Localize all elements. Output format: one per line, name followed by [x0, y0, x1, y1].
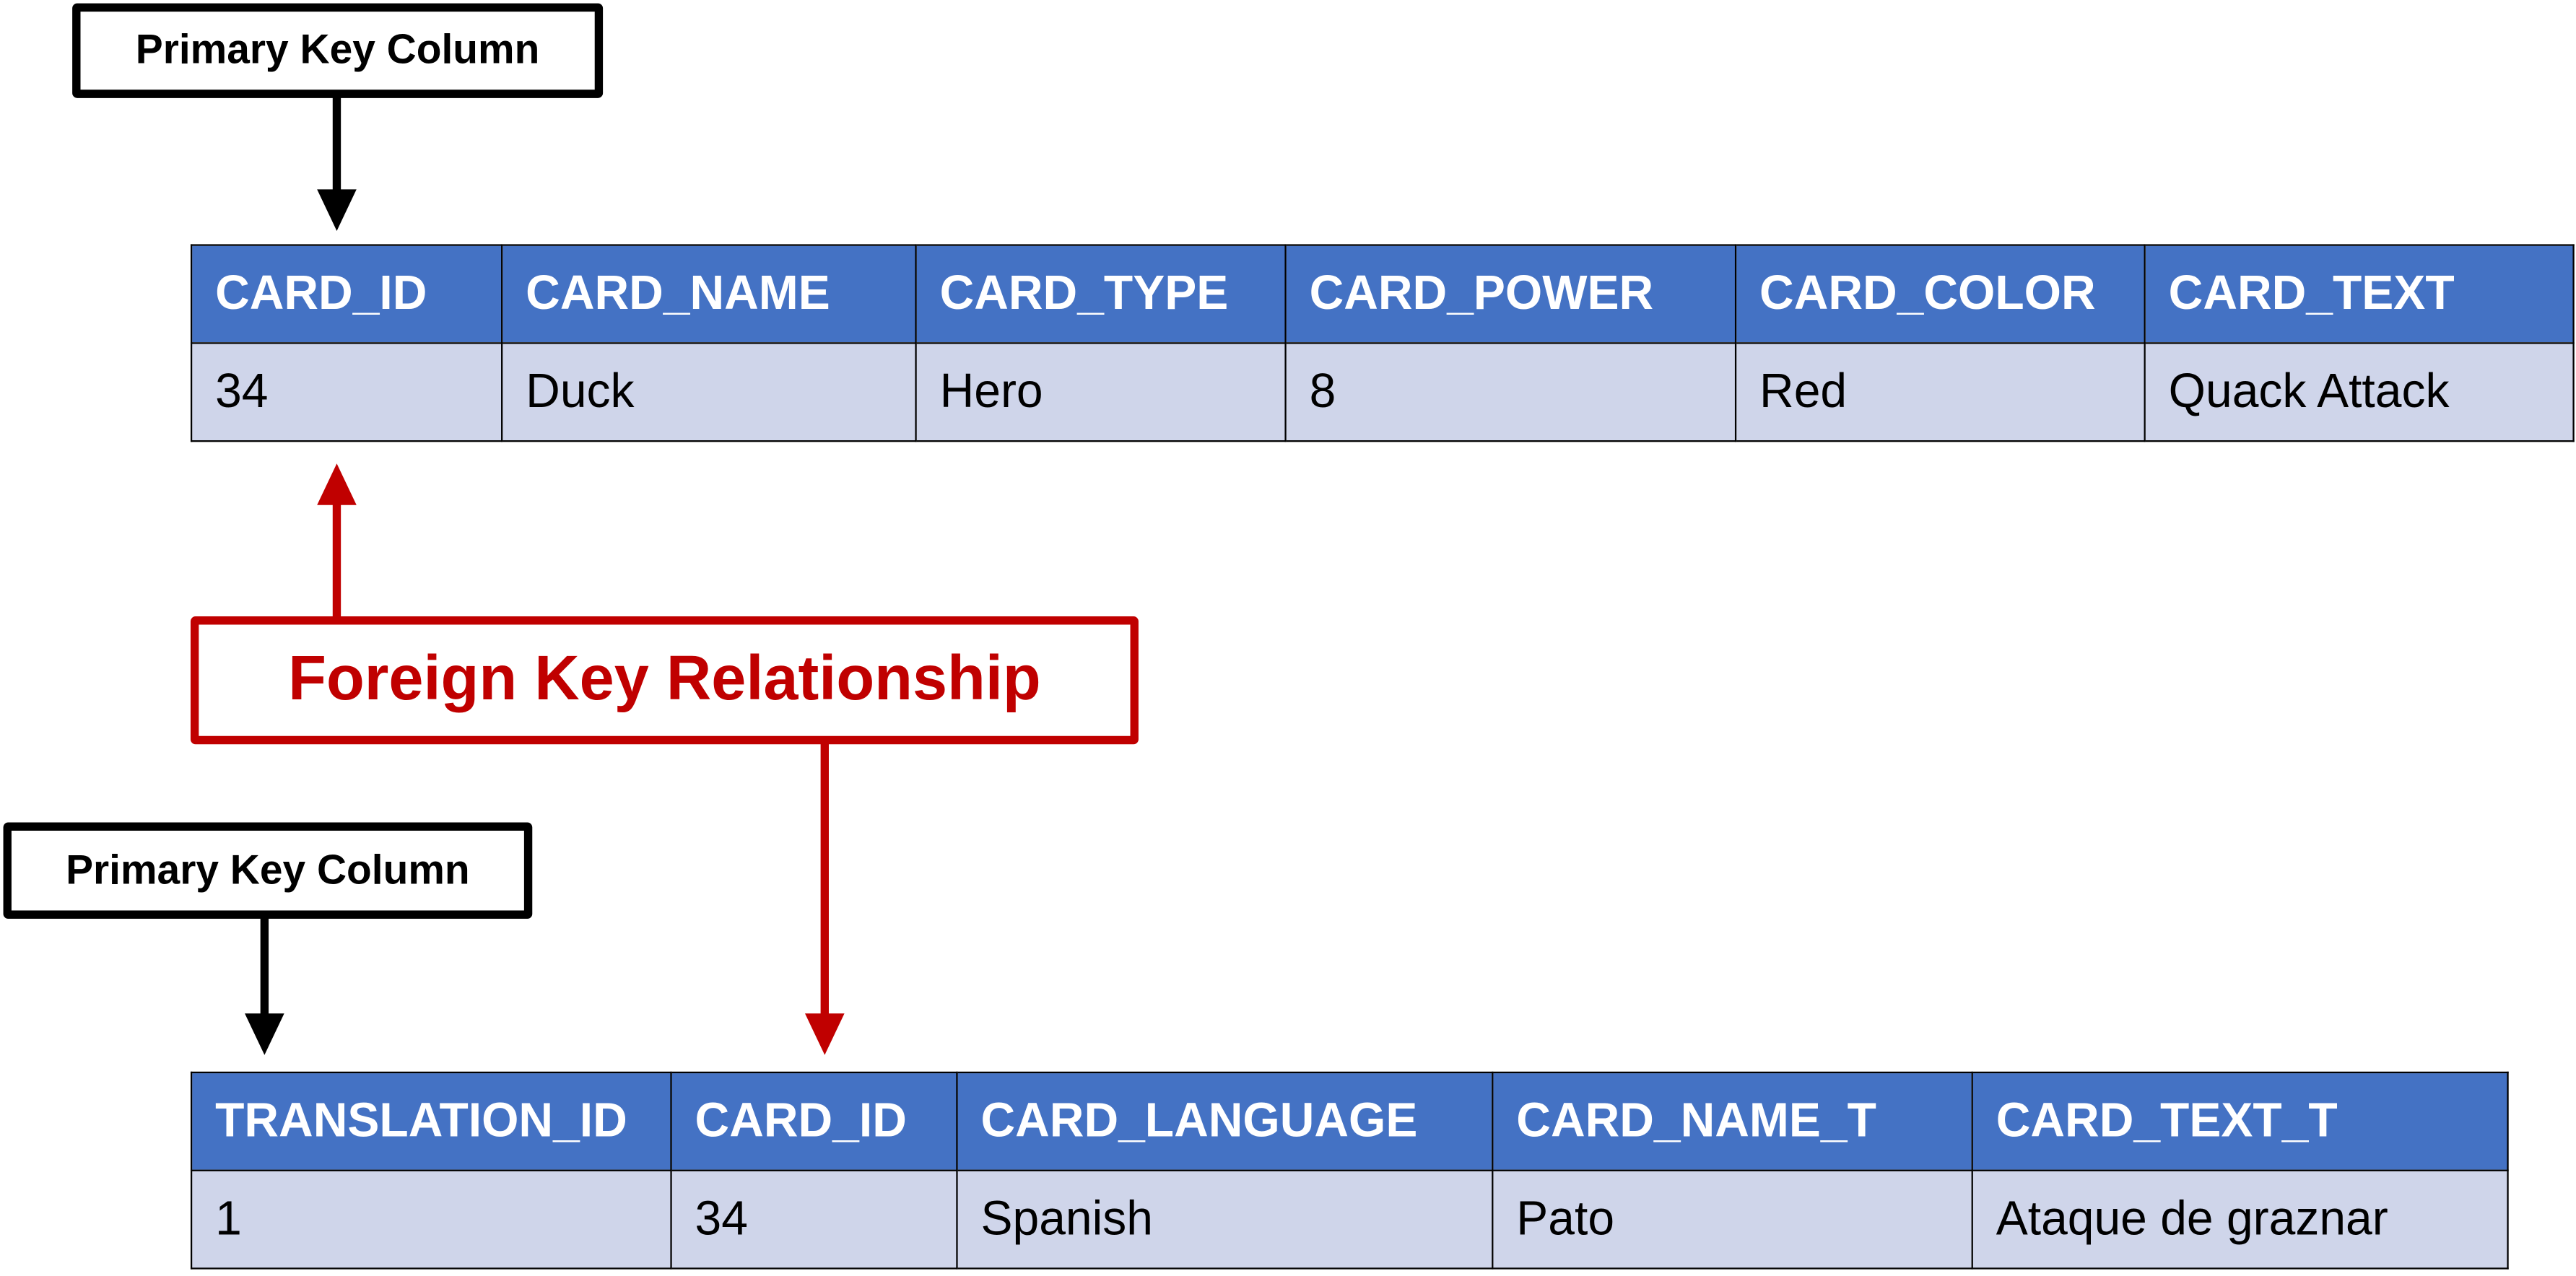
column-header: TRANSLATION_ID	[190, 1071, 672, 1171]
column-header: CARD_NAME_T	[1492, 1071, 1973, 1171]
table-cell: Ataque de graznar	[1971, 1169, 2509, 1270]
column-header: CARD_LANGUAGE	[956, 1071, 1494, 1171]
column-header: CARD_ID	[670, 1071, 958, 1171]
table-header-row: TRANSLATION_ID CARD_ID CARD_LANGUAGE CAR…	[190, 1071, 2509, 1171]
table-cell: 34	[190, 342, 503, 442]
diagram: Primary Key Column Foreign Key Relations…	[0, 0, 2576, 1276]
table-cell: Quack Attack	[2144, 342, 2575, 442]
primary-key-label-top: Primary Key Column	[72, 3, 604, 98]
table-row: 1 34 Spanish Pato Ataque de graznar	[190, 1169, 2509, 1270]
table-row: 34 Duck Hero 8 Red Quack Attack	[190, 342, 2575, 442]
fk-arrow-up	[317, 463, 357, 619]
cards-table: CARD_ID CARD_NAME CARD_TYPE CARD_POWER C…	[190, 244, 2575, 442]
primary-key-label-bottom: Primary Key Column	[3, 822, 533, 919]
column-header: CARD_NAME	[501, 244, 917, 344]
column-header: CARD_COLOR	[1734, 244, 2146, 344]
pk-arrow-top	[317, 92, 357, 231]
column-header: CARD_TEXT_T	[1971, 1071, 2509, 1171]
table-cell: Red	[1734, 342, 2146, 442]
fk-arrow-down	[804, 738, 845, 1055]
table-header-row: CARD_ID CARD_NAME CARD_TYPE CARD_POWER C…	[190, 244, 2575, 344]
table-cell: Hero	[915, 342, 1287, 442]
translations-table: TRANSLATION_ID CARD_ID CARD_LANGUAGE CAR…	[190, 1071, 2509, 1270]
foreign-key-label: Foreign Key Relationship	[190, 616, 1139, 745]
column-header: CARD_ID	[190, 244, 503, 344]
column-header: CARD_TYPE	[915, 244, 1287, 344]
table-cell: 1	[190, 1169, 672, 1270]
pk-arrow-bottom	[245, 914, 284, 1055]
table-cell: 8	[1284, 342, 1737, 442]
table-cell: Pato	[1492, 1169, 1973, 1270]
column-header: CARD_POWER	[1284, 244, 1737, 344]
column-header: CARD_TEXT	[2144, 244, 2575, 344]
table-cell: Duck	[501, 342, 917, 442]
table-cell: 34	[670, 1169, 958, 1270]
table-cell: Spanish	[956, 1169, 1494, 1270]
